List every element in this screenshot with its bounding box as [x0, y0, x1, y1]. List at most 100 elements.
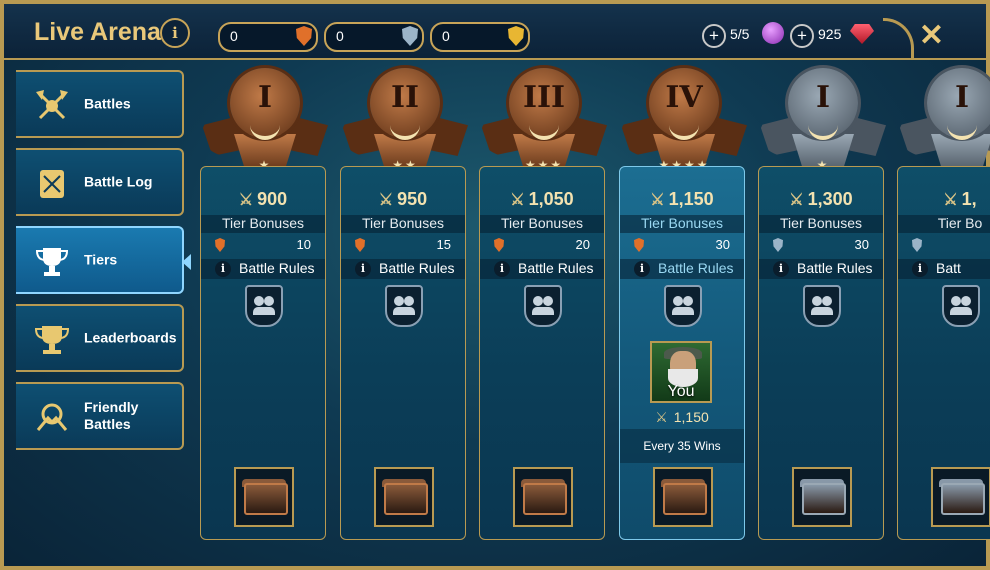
info-icon: i [215, 261, 231, 277]
tier-numeral: IV [665, 80, 703, 115]
bronze-medal-icon [296, 26, 312, 46]
tier-bonuses-label[interactable]: Tier Bonuses [201, 215, 325, 233]
reward-chest-button[interactable] [513, 467, 573, 527]
info-icon: i [634, 261, 650, 277]
battle-rules-button[interactable]: i Battle Rules [341, 259, 465, 279]
battle-rules-button[interactable]: i Battle Rules [759, 259, 883, 279]
player-label: You [667, 383, 695, 400]
chest-icon [802, 483, 846, 515]
sidebar-item-label: Tiers [84, 251, 118, 268]
team-shield-icon [245, 285, 283, 327]
tier-numeral: I [815, 80, 831, 115]
tier-bonuses-label[interactable]: Tier Bonuses [620, 215, 744, 233]
tier-numeral: I [257, 80, 273, 115]
team-shield-icon [803, 285, 841, 327]
gold-medal-count: 0 [442, 28, 450, 44]
tier-bonus-row: 30 [634, 237, 730, 253]
gold-medal-counter: 0 [430, 22, 530, 52]
battle-rules-label: Battle Rules [658, 260, 734, 276]
team-shield-icon [664, 285, 702, 327]
corner-ornament [883, 18, 914, 59]
medal-icon [355, 238, 365, 252]
ruby-count: 925 [818, 26, 842, 42]
tier-column[interactable]: ⚔ 1,150 Tier Bonuses 30 i Battle Rules You ⚔ 1,1… [619, 166, 745, 540]
crossed-swords-icon: ⚔ [238, 192, 254, 209]
silver-medal-count: 0 [336, 28, 344, 44]
ruby-icon [850, 24, 874, 44]
reward-frequency: Every 35 Wins [620, 429, 744, 463]
team-shield-icon [385, 285, 423, 327]
info-icon: i [355, 261, 371, 277]
tier-bonus-row: 30 [773, 237, 869, 253]
tier-numeral: II [390, 80, 420, 115]
medal-icon [494, 238, 504, 252]
tier-rating-value: 1,150 [668, 189, 714, 209]
medal-icon [634, 238, 644, 252]
sidebar-item-battles[interactable]: Battles [16, 70, 184, 138]
tier-rating-value: 1, [961, 189, 977, 209]
tier-bonus-row: 15 [355, 237, 451, 253]
battle-rules-label: Batt [936, 260, 961, 276]
reward-chest-button[interactable] [374, 467, 434, 527]
tier-column[interactable]: ⚔ 950 Tier Bonuses 15 i Battle Rules [340, 166, 466, 540]
tier-bonuses-label[interactable]: Tier Bo [898, 215, 990, 233]
handshake-icon [36, 403, 68, 431]
battle-rules-button[interactable]: i Battle Rules [480, 259, 604, 279]
battle-rules-label: Battle Rules [379, 260, 455, 276]
tier-rating: ⚔ 900 [201, 189, 325, 210]
tier-column[interactable]: ⚔ 1,300 Tier Bonuses 30 i Battle Rules [758, 166, 884, 540]
player-rating: ⚔ 1,150 [620, 409, 744, 426]
tier-bonuses-label[interactable]: Tier Bonuses [759, 215, 883, 233]
sidebar-item-leaderboards[interactable]: Leaderboards [16, 304, 184, 372]
top-bar: Live Arena i 0 0 0 + 5/5 + 925 ✕ [4, 4, 986, 60]
crossed-swords-icon: ⚔ [789, 192, 804, 209]
tier-numeral: III [522, 80, 566, 115]
chest-icon [244, 483, 288, 515]
sidebar-item-tiers[interactable]: Tiers [16, 226, 191, 294]
reward-chest-button[interactable] [653, 467, 713, 527]
tier-rating-value: 1,050 [528, 189, 574, 209]
trophy-icon [35, 248, 69, 276]
reward-chest-button[interactable] [792, 467, 852, 527]
close-button[interactable]: ✕ [919, 18, 944, 53]
arena-info-button[interactable]: i [160, 18, 190, 48]
tier-column[interactable]: ⚔ 1, Tier Bo i Batt [897, 166, 990, 540]
gold-medal-icon [508, 26, 524, 46]
crossed-swords-icon: ⚔ [650, 192, 665, 209]
tier-column[interactable]: ⚔ 900 Tier Bonuses 10 i Battle Rules [200, 166, 326, 540]
tier-bonuses-label[interactable]: Tier Bonuses [480, 215, 604, 233]
tier-bonuses-label[interactable]: Tier Bonuses [341, 215, 465, 233]
team-shield-icon [942, 285, 980, 327]
page-title: Live Arena [34, 18, 161, 46]
tier-rating: ⚔ 1,050 [480, 189, 604, 210]
sidebar-item-label: Battles [84, 95, 131, 112]
player-avatar: You [650, 341, 712, 403]
sidebar-item-friendly-battles[interactable]: Friendly Battles [16, 382, 184, 450]
bronze-medal-counter: 0 [218, 22, 318, 52]
arena-token-gem-icon [762, 22, 784, 44]
silver-medal-counter: 0 [324, 22, 424, 52]
reward-chest-button[interactable] [931, 467, 990, 527]
crossed-swords-icon: ⚔ [510, 192, 525, 209]
tier-rating: ⚔ 1, [898, 189, 990, 210]
tier-bonus-value: 20 [575, 237, 590, 252]
battle-rules-button[interactable]: i Battle Rules [620, 259, 744, 279]
sidebar-item-battle-log[interactable]: Battle Log [16, 148, 184, 216]
tier-rating: ⚔ 1,150 [620, 189, 744, 210]
battle-rules-button[interactable]: i Batt [898, 259, 990, 279]
tier-rating-value: 950 [397, 189, 428, 209]
battle-rules-button[interactable]: i Battle Rules [201, 259, 325, 279]
medal-icon [215, 238, 225, 252]
battle-rules-label: Battle Rules [518, 260, 594, 276]
arena-token-count: 5/5 [730, 26, 750, 42]
add-arena-tokens-button[interactable]: + [702, 24, 726, 48]
chest-icon [384, 483, 428, 515]
chest-icon [941, 483, 985, 515]
reward-chest-button[interactable] [234, 467, 294, 527]
crossed-swords-icon: ⚔ [655, 409, 668, 425]
tier-column[interactable]: ⚔ 1,050 Tier Bonuses 20 i Battle Rules [479, 166, 605, 540]
tier-rating: ⚔ 1,300 [759, 189, 883, 210]
chest-icon [663, 483, 707, 515]
add-rubies-button[interactable]: + [790, 24, 814, 48]
crossed-swords-icon: ⚔ [943, 192, 958, 209]
